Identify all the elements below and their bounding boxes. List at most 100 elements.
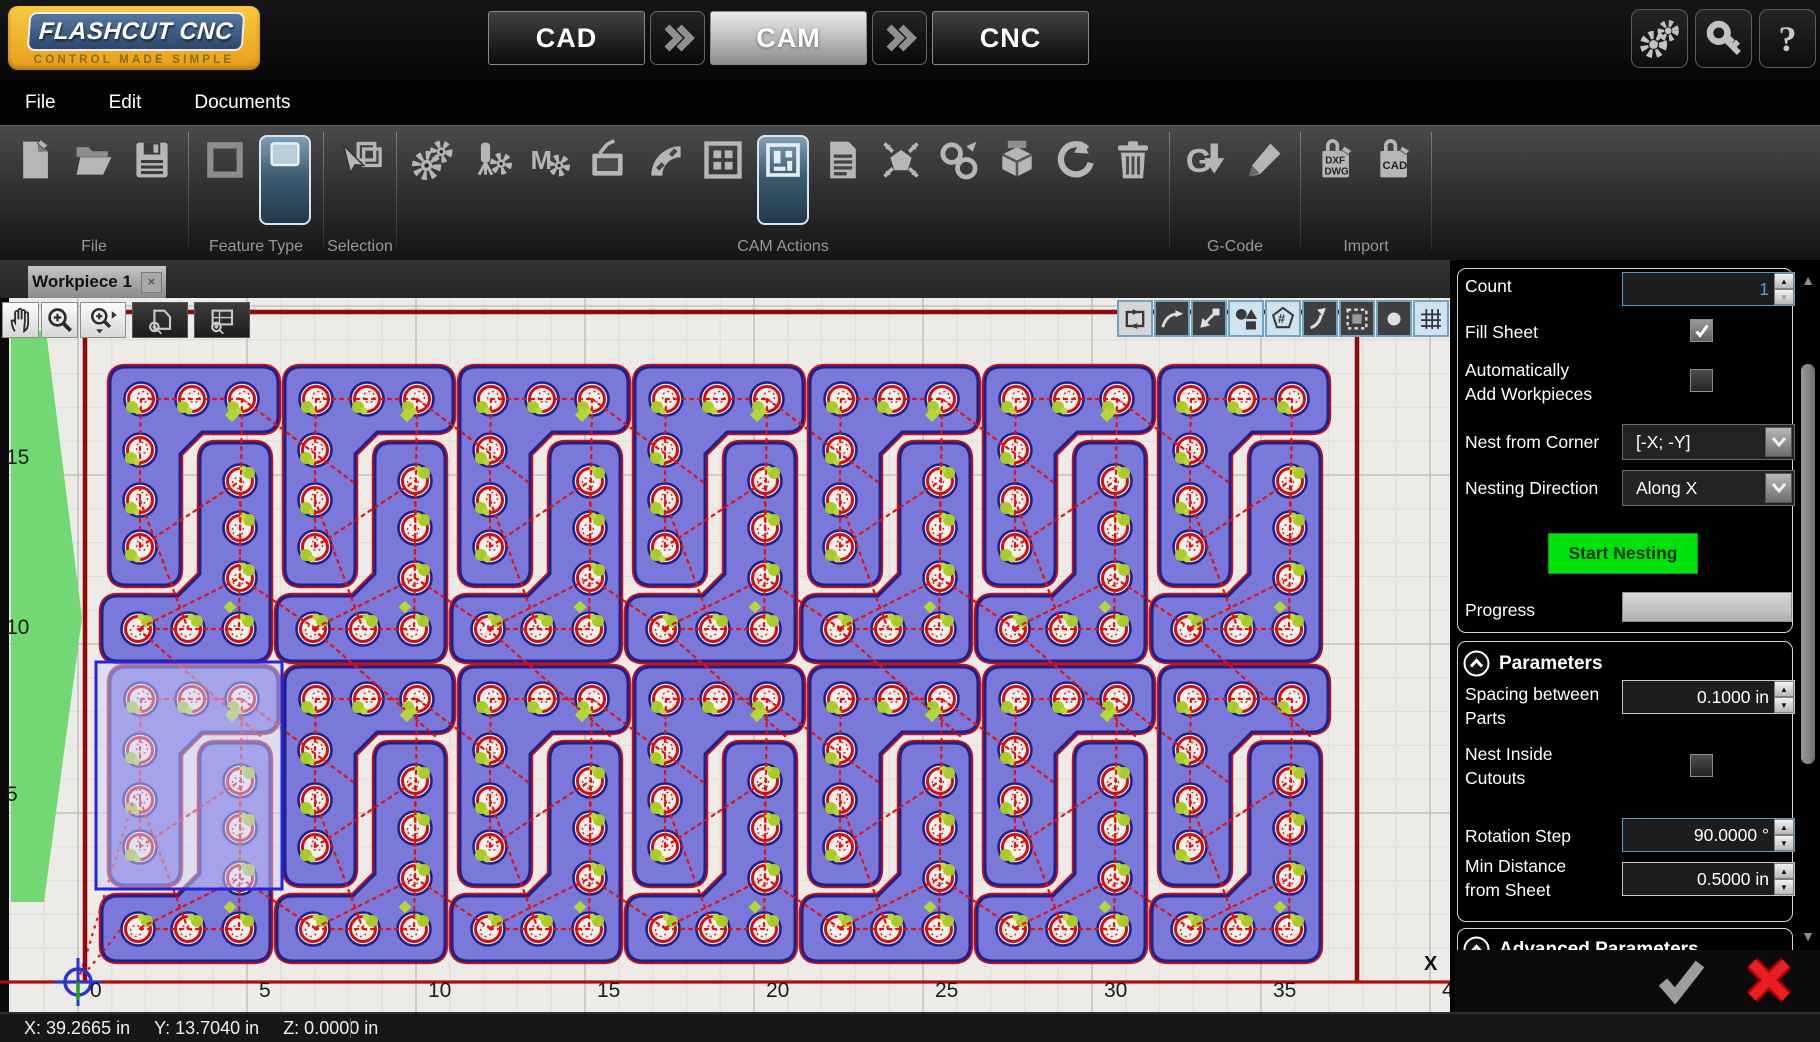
count-input[interactable]: 1 ▲▼: [1622, 272, 1795, 306]
g-arrow-icon[interactable]: G: [1182, 135, 1230, 185]
parameters-header[interactable]: Parameters: [1463, 650, 1603, 677]
svg-text:20: 20: [766, 979, 789, 1002]
settings-gears-icon[interactable]: [1631, 9, 1688, 68]
confirm-check-icon[interactable]: [1655, 956, 1707, 1004]
nesting-icon[interactable]: [757, 135, 809, 225]
svg-text:CAD: CAD: [1383, 160, 1408, 172]
status-z-coordinate: Z: 0.0000 in: [283, 1018, 378, 1039]
rotation-step-input[interactable]: 90.0000 ° ▲▼: [1622, 818, 1795, 852]
nest-inside-checkbox[interactable]: [1690, 754, 1713, 777]
nest-inside-label-line2: Cutouts: [1465, 768, 1525, 789]
collapse-chevron-icon: [1463, 650, 1490, 677]
menu-documents[interactable]: Documents: [194, 92, 290, 114]
scale-pentagon-icon[interactable]: [877, 135, 925, 185]
link-chain-icon[interactable]: [935, 135, 983, 185]
cam-button[interactable]: CAM: [710, 11, 867, 65]
new-file-icon[interactable]: [12, 135, 60, 185]
status-y-coordinate: Y: 13.7040 in: [154, 1018, 259, 1039]
spacing-stepper[interactable]: ▲▼: [1774, 681, 1794, 713]
save-file-icon[interactable]: [128, 135, 176, 185]
cnc-button[interactable]: CNC: [932, 11, 1089, 65]
menu-edit[interactable]: Edit: [109, 92, 142, 114]
grid-parts-icon[interactable]: [699, 135, 747, 185]
menu-file[interactable]: File: [25, 92, 56, 114]
progress-label: Progress: [1465, 600, 1535, 621]
nest-inside-label-line1: Nest Inside: [1465, 744, 1553, 765]
status-x-coordinate: X: 39.2665 in: [24, 1018, 130, 1039]
zoom-to-sheet-icon[interactable]: [194, 302, 250, 338]
nest-from-corner-select[interactable]: [-X; -Y]: [1622, 424, 1795, 460]
sequence-number-icon[interactable]: #: [1265, 300, 1301, 337]
dot-toggle-icon[interactable]: [1376, 300, 1412, 337]
select-parts-icon[interactable]: [336, 135, 384, 185]
fill-sheet-checkbox[interactable]: [1690, 319, 1713, 342]
nesting-canvas[interactable]: 051015202530354015105X: [0, 298, 1450, 1012]
svg-text:#: #: [1278, 311, 1285, 326]
direction-arrow-icon[interactable]: [1302, 300, 1338, 337]
open-file-icon[interactable]: [70, 135, 118, 185]
svg-text:40: 40: [1442, 979, 1450, 1002]
zoom-to-part-icon[interactable]: [132, 302, 188, 338]
help-icon[interactable]: ?: [1759, 9, 1816, 68]
tool-cut-icon[interactable]: [467, 135, 515, 185]
toolbar-separator: [1431, 132, 1432, 250]
toolbar-group-g-code: GG-Code: [1170, 126, 1300, 261]
min-distance-stepper[interactable]: ▲▼: [1774, 863, 1794, 895]
spacing-label-line1: Spacing between: [1465, 684, 1599, 705]
move-point-icon[interactable]: [1191, 300, 1227, 337]
scroll-up-icon[interactable]: ▲: [1800, 272, 1816, 288]
undo-icon[interactable]: [1051, 135, 1099, 185]
zoom-in-icon[interactable]: [41, 302, 78, 338]
shapes-icon[interactable]: [1228, 300, 1264, 337]
start-nesting-button[interactable]: Start Nesting: [1548, 533, 1698, 574]
trash-icon[interactable]: [1109, 135, 1157, 185]
fan-arc-icon[interactable]: [641, 135, 689, 185]
toolbar-group-label: Feature Type: [189, 238, 323, 256]
toolbar-group-feature-type: Feature Type: [189, 126, 323, 261]
selection-box[interactable]: [96, 662, 282, 889]
lead-in-icon[interactable]: [1154, 300, 1190, 337]
min-distance-input[interactable]: 0.5000 in ▲▼: [1622, 862, 1795, 896]
nesting-direction-select[interactable]: Along X: [1622, 470, 1795, 506]
spacing-input[interactable]: 0.1000 in ▲▼: [1622, 680, 1795, 714]
tab-workpiece-1[interactable]: Workpiece 1 ×: [28, 266, 166, 298]
scroll-down-icon[interactable]: ▼: [1800, 928, 1816, 944]
auto-add-checkbox[interactable]: [1690, 369, 1713, 392]
logo-tagline: CONTROL MADE SIMPLE: [8, 54, 260, 66]
panel-scrollbar[interactable]: ▲ ▼: [1798, 268, 1818, 944]
box-3d-icon[interactable]: [993, 135, 1041, 185]
cad-file-icon[interactable]: CAD: [1371, 135, 1419, 185]
svg-text:0: 0: [90, 979, 102, 1002]
toolbar-group-import: DXFDWGCADImport: [1301, 126, 1431, 261]
license-key-icon[interactable]: [1695, 9, 1752, 68]
feature-selected-icon[interactable]: [259, 135, 311, 225]
count-stepper[interactable]: ▲▼: [1774, 273, 1794, 305]
pan-hand-icon[interactable]: [2, 302, 39, 338]
auto-add-label-line1: Automatically: [1465, 360, 1569, 381]
rotation-stepper[interactable]: ▲▼: [1774, 819, 1794, 851]
toolbar-group-label: File: [0, 238, 188, 256]
loop-path-icon[interactable]: [1117, 300, 1153, 337]
machine-m-icon[interactable]: M: [525, 135, 573, 185]
nest-from-corner-label: Nest from Corner: [1465, 432, 1599, 453]
machine-gears-icon[interactable]: [409, 135, 457, 185]
chevron-down-icon[interactable]: [1765, 427, 1792, 457]
dxf-file-icon[interactable]: DXFDWG: [1313, 135, 1361, 185]
gcode-doc-icon[interactable]: [819, 135, 867, 185]
progress-bar: [1622, 592, 1792, 622]
feature-square-icon[interactable]: [201, 135, 249, 185]
cancel-x-icon[interactable]: [1743, 954, 1795, 1006]
title-bar: FLASHCUT CNC CONTROL MADE SIMPLE CAD CAM…: [0, 0, 1820, 80]
zoom-options-icon[interactable]: [80, 302, 126, 338]
svg-text:30: 30: [1104, 979, 1127, 1002]
pencil-icon[interactable]: [1240, 135, 1288, 185]
marquee-select-icon[interactable]: [1339, 300, 1375, 337]
tab-close-icon[interactable]: ×: [141, 272, 162, 293]
scrollbar-thumb[interactable]: [1801, 364, 1815, 764]
nesting-canvas-area[interactable]: 051015202530354015105X #: [0, 298, 1450, 1012]
chevron-down-icon[interactable]: [1765, 473, 1792, 503]
monitor-icon[interactable]: [583, 135, 631, 185]
chevron-right-icon: [872, 11, 927, 65]
grid-toggle-icon[interactable]: [1413, 300, 1449, 337]
cad-button[interactable]: CAD: [488, 11, 645, 65]
